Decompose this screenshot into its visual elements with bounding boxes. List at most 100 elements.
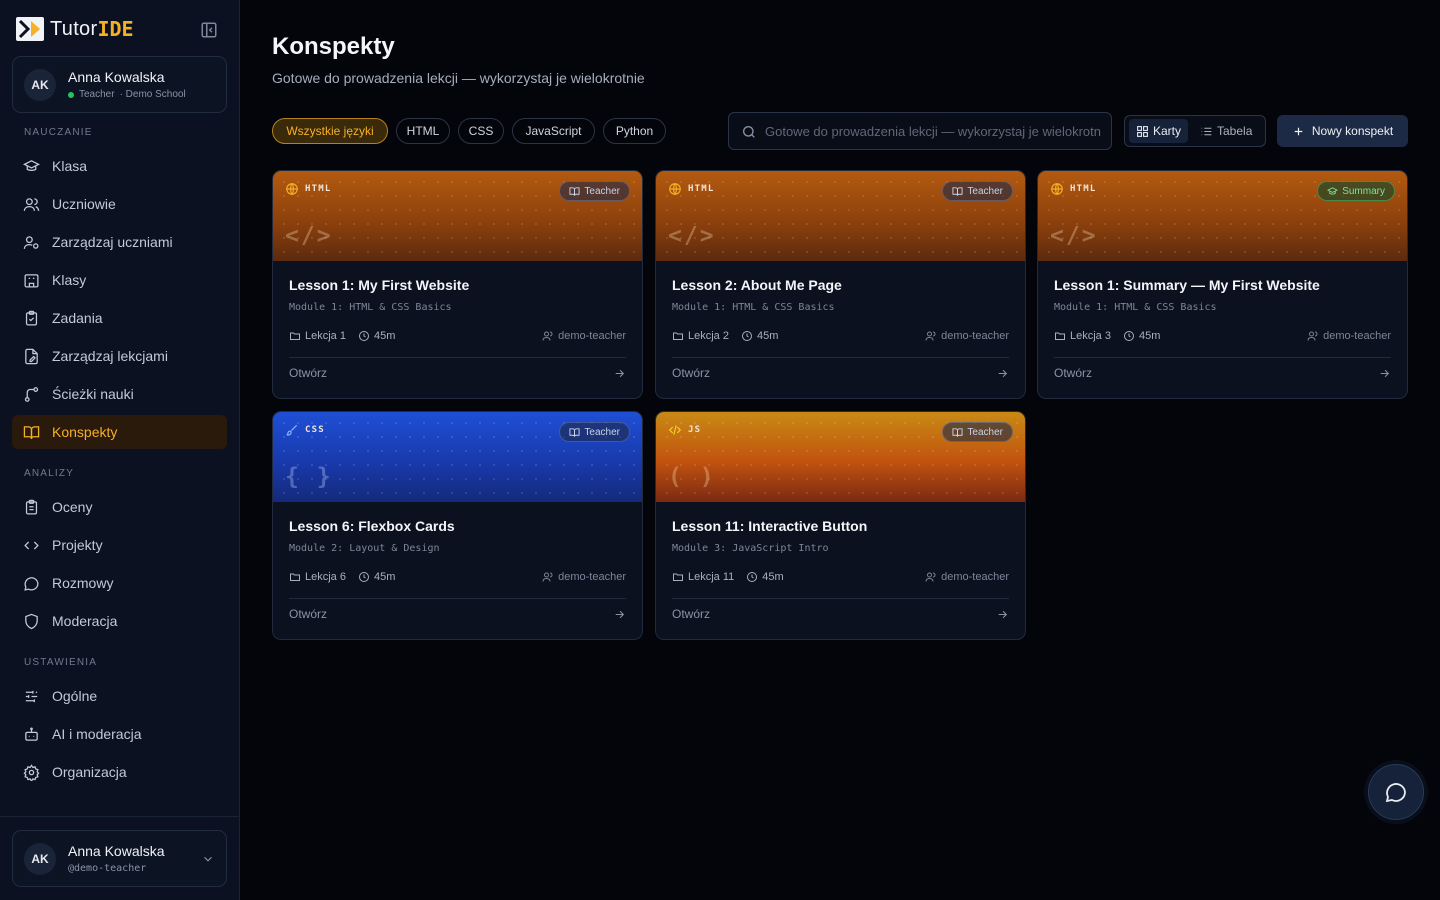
filter-chip-html[interactable]: HTML (396, 118, 450, 144)
card-open-link[interactable]: Otwórz (672, 607, 710, 621)
new-outline-label: Nowy konspekt (1311, 124, 1394, 138)
sidebar-item-konspekty[interactable]: Konspekty (12, 415, 227, 449)
card-author-name: demo-teacher (941, 330, 1009, 342)
card-language-label: CSS (305, 425, 325, 435)
card-duration: 45m (373, 330, 396, 342)
sidebar-item-sciezki-nauki[interactable]: Ścieżki nauki (12, 377, 227, 411)
card-open-link[interactable]: Otwórz (289, 366, 327, 380)
filter-chip-javascript[interactable]: JavaScript (512, 118, 595, 144)
book-open-icon (952, 186, 963, 196)
sidebar-divider (0, 816, 239, 817)
card-glyph: { } (285, 464, 333, 490)
card-module: Module 1: HTML & CSS Basics (289, 302, 452, 313)
sidebar-item-ogolne[interactable]: Ogólne (12, 679, 227, 713)
outline-card[interactable]: HTML Teacher </> Lesson 1: My First Webs… (272, 170, 643, 399)
card-lesson: Lekcja 1 (305, 330, 346, 342)
section-heading-analizy: ANALIZY (24, 468, 75, 479)
view-cards-button[interactable]: Karty (1129, 119, 1189, 143)
sidebar-item-label: Klasy (52, 272, 87, 288)
app-logo[interactable]: Tutor IDE (16, 17, 134, 41)
sidebar-item-zadania[interactable]: Zadania (12, 301, 227, 335)
card-open-link[interactable]: Otwórz (1054, 366, 1092, 380)
card-lesson: Lekcja 6 (305, 571, 346, 583)
arrow-right-icon[interactable] (996, 608, 1009, 621)
card-module: Module 3: JavaScript Intro (672, 543, 829, 554)
card-meta: Lekcja 6 45m (289, 571, 395, 583)
online-status-dot (68, 91, 74, 98)
sidebar-item-label: AI i moderacja (52, 726, 142, 742)
card-module: Module 1: HTML & CSS Basics (672, 302, 835, 313)
sidebar-collapse-icon[interactable] (200, 21, 218, 39)
card-author-name: demo-teacher (558, 571, 626, 583)
sidebar-item-zarzadzaj-uczniami[interactable]: Zarządzaj uczniami (12, 225, 227, 259)
card-glyph: </> (668, 223, 716, 249)
plus-icon (1294, 127, 1303, 135)
arrow-right-icon[interactable] (996, 367, 1009, 380)
folder-icon (673, 573, 683, 581)
sidebar-item-oceny[interactable]: Oceny (12, 490, 227, 524)
book-open-icon (23, 425, 40, 439)
user-role-line: Teacher · Demo School (68, 89, 186, 100)
sidebar-item-klasa[interactable]: Klasa (12, 149, 227, 183)
card-banner: JS Teacher ( ) (656, 412, 1025, 502)
card-open-link[interactable]: Otwórz (672, 366, 710, 380)
user-name: Anna Kowalska (68, 843, 165, 859)
card-open-link[interactable]: Otwórz (289, 607, 327, 621)
card-title: Lesson 6: Flexbox Cards (289, 518, 455, 534)
filter-chip-all[interactable]: Wszystkie języki (272, 118, 388, 144)
card-language-label: JS (688, 425, 702, 435)
arrow-right-icon[interactable] (613, 367, 626, 380)
arrow-right-icon[interactable] (613, 608, 626, 621)
card-badge: Teacher (942, 181, 1013, 201)
filter-chip-css[interactable]: CSS (458, 118, 504, 144)
sidebar-item-klasy[interactable]: Klasy (12, 263, 227, 297)
card-glyph: </> (1050, 223, 1098, 249)
globe-icon (669, 183, 681, 195)
card-divider (672, 357, 1009, 358)
user-menu-bottom[interactable]: AK Anna Kowalska @demo-teacher (12, 830, 227, 887)
sidebar-item-zarzadzaj-lekcjami[interactable]: Zarządzaj lekcjami (12, 339, 227, 373)
sidebar-item-moderacja[interactable]: Moderacja (12, 604, 227, 638)
sidebar-item-label: Klasa (52, 158, 88, 174)
sidebar-item-projekty[interactable]: Projekty (12, 528, 227, 562)
bot-icon (25, 726, 38, 741)
card-language-label: HTML (305, 184, 332, 194)
clipboard-list-icon (25, 499, 38, 515)
sidebar-item-ai-i-moderacja[interactable]: AI i moderacja (12, 717, 227, 751)
card-badge: Teacher (942, 422, 1013, 442)
users-icon (925, 572, 936, 582)
filter-chip-python[interactable]: Python (603, 118, 666, 144)
clock-icon (358, 572, 369, 582)
outline-card[interactable]: HTML Teacher </> Lesson 2: About Me Page… (655, 170, 1026, 399)
arrow-right-icon[interactable] (1378, 367, 1391, 380)
clipboard-icon (25, 310, 38, 326)
card-language-label: HTML (688, 184, 715, 194)
sidebar-item-rozmowy[interactable]: Rozmowy (12, 566, 227, 600)
chat-button[interactable] (1368, 764, 1424, 820)
search-box[interactable] (728, 112, 1112, 150)
card-badge-label: Teacher (584, 185, 620, 197)
user-role: Teacher (79, 89, 115, 100)
card-author-name: demo-teacher (558, 330, 626, 342)
gear-icon (23, 763, 40, 781)
sidebar-item-organizacja[interactable]: Organizacja (12, 755, 227, 789)
sidebar-item-label: Konspekty (52, 424, 118, 440)
card-language: HTML (668, 182, 714, 196)
outline-card[interactable]: HTML Summary </> Lesson 1: Summary — My … (1037, 170, 1408, 399)
card-module: Module 2: Layout & Design (289, 543, 440, 554)
book-open-icon (569, 427, 580, 437)
card-meta: Lekcja 1 45m (289, 330, 395, 342)
sidebar-item-label: Oceny (52, 499, 93, 515)
card-author: demo-teacher (1307, 330, 1391, 342)
sidebar-item-uczniowie[interactable]: Uczniowie (12, 187, 227, 221)
search-input[interactable] (765, 113, 1101, 149)
folder-icon (1055, 332, 1065, 340)
users-icon (542, 572, 553, 582)
user-card-top[interactable]: AK Anna Kowalska Teacher · Demo School (12, 56, 227, 113)
new-outline-button[interactable]: Nowy konspekt (1277, 115, 1408, 147)
outline-card[interactable]: JS Teacher ( ) Lesson 11: Interactive Bu… (655, 411, 1026, 640)
outline-card[interactable]: CSS Teacher { } Lesson 6: Flexbox Cards … (272, 411, 643, 640)
globe-icon (286, 183, 298, 195)
card-language: JS (668, 423, 701, 437)
view-table-button[interactable]: Tabela (1193, 119, 1259, 143)
